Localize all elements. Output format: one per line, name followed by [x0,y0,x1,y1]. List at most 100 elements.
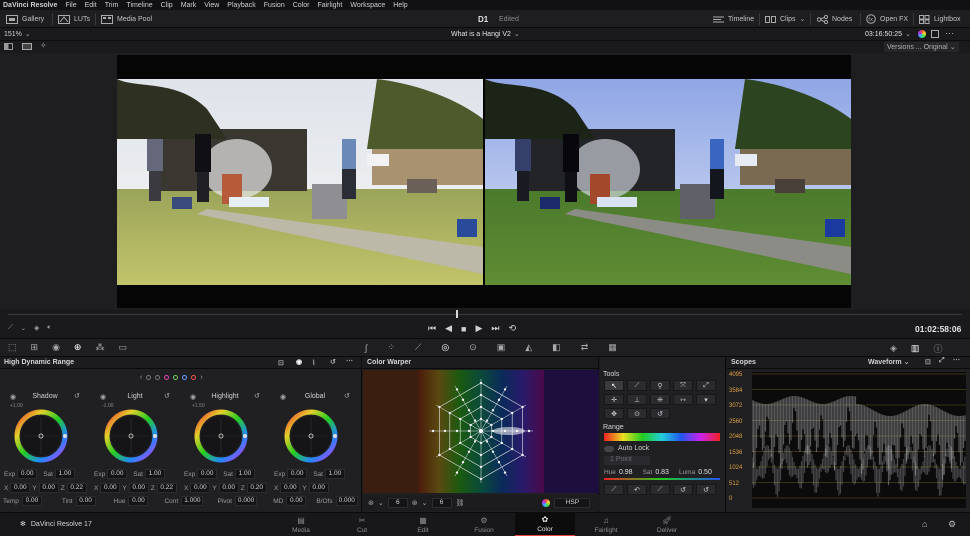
menu-item[interactable]: Fairlight [317,2,342,9]
reset-icon[interactable]: ↺ [74,392,80,400]
warper-icon[interactable]: ⁘ [387,342,395,353]
pin-icon[interactable]: ⚲ [650,380,670,391]
chevron-left-icon[interactable]: ‹ [140,374,142,381]
tint-value[interactable]: 0.00 [75,496,96,506]
camera-raw-icon[interactable]: ⬚ [8,342,17,353]
reset-icon[interactable]: ↺ [344,392,350,400]
menu-item[interactable]: Trim [105,2,119,9]
grab-icon[interactable]: ✥ [604,408,624,419]
viewer-frame[interactable] [117,55,851,308]
grid-icon[interactable]: ⊛ [412,499,418,507]
split-screen-icon[interactable] [4,43,13,50]
zone-dot[interactable] [146,375,152,380]
clips-button[interactable]: Clips ⌄ [765,10,805,28]
menu-item[interactable]: Mark [181,2,197,9]
menu-item[interactable]: DaVinci Resolve [3,2,57,9]
brush-icon[interactable]: ⟋ [650,484,670,495]
stop-icon[interactable]: ■ [461,324,466,334]
lightbox-button[interactable]: Lightbox [919,10,960,28]
more-icon[interactable]: ⋯ [346,357,353,365]
add-point-icon[interactable]: ✛ [604,394,624,405]
warper-mesh[interactable] [418,370,544,493]
sat-value[interactable]: 1.00 [54,469,75,479]
arrow-link-icon[interactable]: ⇿ [673,394,693,405]
x-value[interactable]: 0.00 [190,483,211,493]
warper-mode[interactable]: HSP [554,498,591,508]
reset-icon[interactable]: ↺ [673,484,693,495]
x-value[interactable]: 0.00 [10,483,31,493]
reset-icon[interactable]: ↺ [164,392,170,400]
menu-item[interactable]: Help [393,2,407,9]
rgb-mixer-icon[interactable]: ⁂ [95,342,104,353]
magic-mask-icon[interactable]: ▣ [497,342,506,353]
align-icon[interactable]: ⊥ [627,394,647,405]
z-value[interactable]: 0.22 [66,483,87,493]
temp-value[interactable]: 0.00 [21,496,42,506]
color-wheel[interactable] [282,407,340,465]
expand-icon[interactable]: ⤧ [673,380,693,391]
play-icon[interactable]: ▶ [475,323,482,334]
exp-value[interactable]: 0.00 [17,469,38,479]
exp-value[interactable]: 0.00 [197,469,218,479]
z-value[interactable]: 0.20 [246,483,267,493]
page-tab-media[interactable]: ▤ Media [271,513,331,536]
window-icon[interactable]: ◎ [441,342,449,353]
bofs-value[interactable]: 0.000 [335,496,358,506]
fit-icon[interactable]: ⤢ [696,380,716,391]
x-value[interactable]: 0.00 [100,483,121,493]
sat-value[interactable]: 1.00 [234,469,255,479]
menu-item[interactable]: Workspace [350,2,385,9]
settings-icon[interactable]: ⚙︎ [948,519,956,530]
page-tab-color[interactable]: ✿ Color [515,513,575,536]
warper-grid-b[interactable]: 6 [431,498,452,508]
info-icon[interactable]: ⓘ [933,342,942,355]
menu-item[interactable]: View [204,2,219,9]
motion-effects-icon[interactable]: ▭ [118,342,127,353]
layers-icon[interactable]: ◈ [34,324,39,332]
reset-all-icon[interactable]: ↺ [696,484,716,495]
pen-icon[interactable]: ⟋ [627,380,647,391]
y-value[interactable]: 0.00 [128,483,149,493]
image-wipe-icon[interactable] [22,43,32,50]
stereo-icon[interactable]: ▦ [608,342,617,353]
menu-item[interactable]: Color [293,2,310,9]
y-value[interactable]: 0.00 [38,483,59,493]
reset-icon[interactable]: ↺ [330,358,336,366]
page-tab-fairlight[interactable]: ♫ Fairlight [576,513,636,536]
select-all-icon[interactable]: ⊙ [627,408,647,419]
key-icon[interactable]: ◧ [552,342,561,353]
page-tab-fusion[interactable]: ⚙ Fusion [454,513,514,536]
grid-icon[interactable]: ⊛ [368,499,374,507]
more-icon[interactable]: ⋯ [953,356,960,364]
toggle-switch[interactable] [604,445,614,452]
menu-item[interactable]: Playback [227,2,255,9]
luts-button[interactable]: LUTs [58,10,90,28]
media-pool-button[interactable]: Media Pool [101,10,152,28]
chevron-down-icon[interactable]: ⌄ [21,325,26,332]
sizing-icon[interactable]: ⇄ [581,342,589,353]
link-icon[interactable]: ⛓︎ [456,499,465,507]
sat-value[interactable]: 1.00 [144,469,165,479]
undo-icon[interactable]: ↶ [627,484,647,495]
color-mode-icon[interactable] [542,499,551,507]
exp-value[interactable]: 0.00 [107,469,128,479]
cont-value[interactable]: 1.000 [181,496,204,506]
pivot-value[interactable]: 0.000 [234,496,258,506]
zoom-select[interactable]: 151% ⌄ [4,30,31,39]
nodes-button[interactable]: Nodes [817,10,852,28]
hdr-waveform-icon[interactable]: ⌇ [312,359,315,367]
loop-icon[interactable]: ⟲ [509,323,517,334]
sat-value[interactable]: 1.00 [324,469,345,479]
blur-icon[interactable]: ◭ [525,342,532,353]
scope-settings-icon[interactable]: ⊡ [925,358,931,366]
more-icon[interactable]: ⋯ [945,28,954,39]
color-match-icon[interactable]: ⊞ [31,342,39,353]
x-value[interactable]: 0.00 [280,483,301,493]
clip-title-select[interactable]: What is a Hangi V2 ⌄ [451,30,520,39]
zone-dot[interactable] [191,375,197,380]
menu-item[interactable]: File [65,2,76,9]
reset-icon[interactable]: ↺ [254,392,260,400]
color-wheel-icon[interactable] [918,30,926,38]
nudge-icon[interactable]: ▾ [696,394,716,405]
versions-select[interactable]: Versions ... Original ⌄ [884,42,959,52]
